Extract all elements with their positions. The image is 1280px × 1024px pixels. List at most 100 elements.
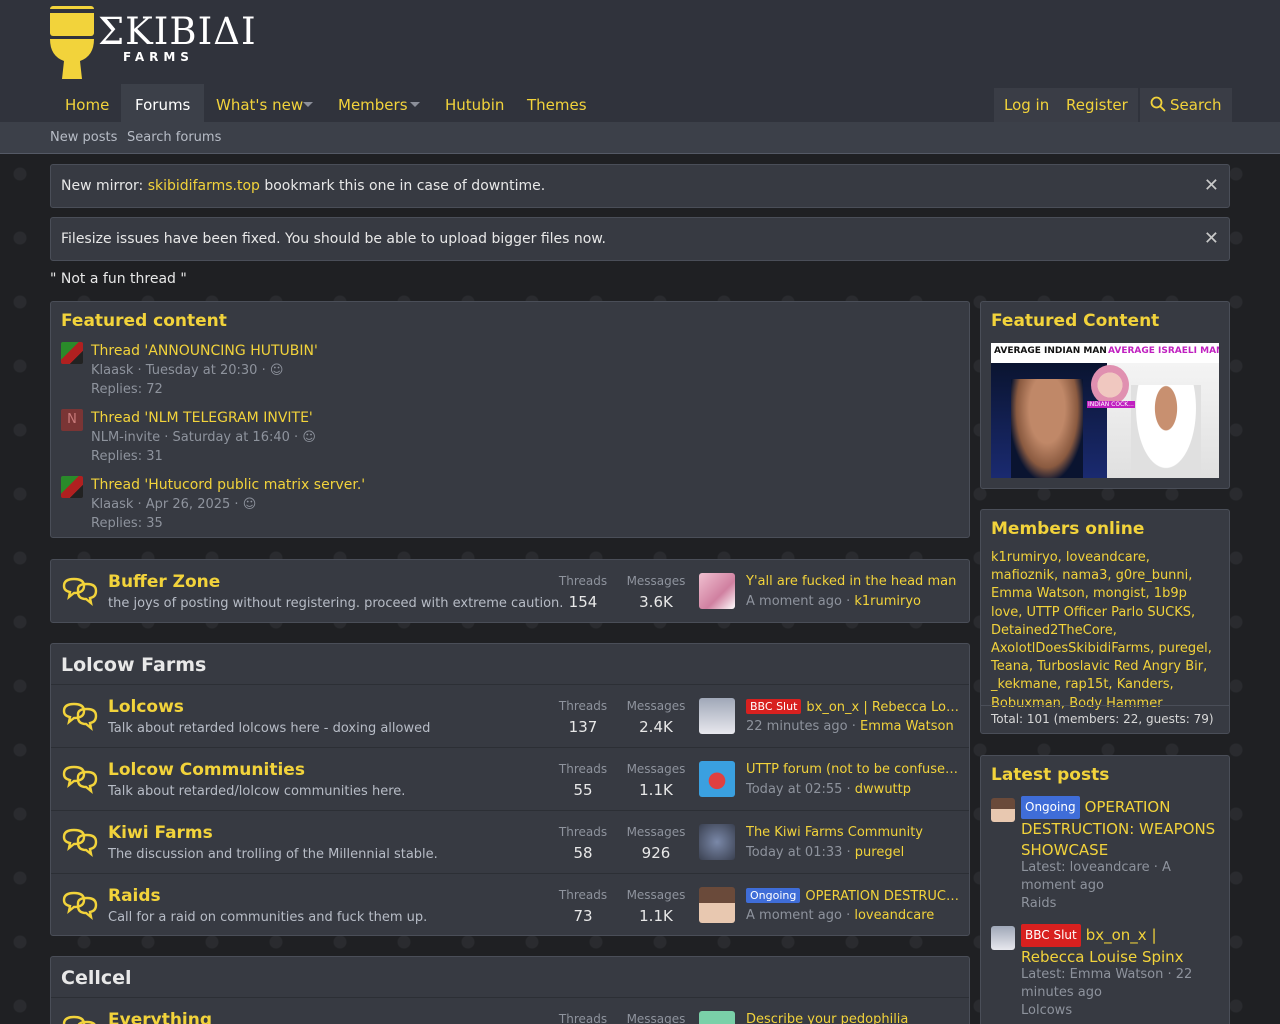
last-post-user[interactable]: k1rumiryo xyxy=(854,594,921,609)
last-post-meta: Today at 01:33 · puregel xyxy=(746,845,905,860)
last-post-title[interactable]: UTTP forum (not to be confused with...) xyxy=(746,762,961,777)
nav-home[interactable]: Home xyxy=(51,84,123,122)
avatar[interactable] xyxy=(699,761,735,797)
forum-row[interactable]: Lolcow Communities Talk about retarded/l… xyxy=(51,747,969,809)
avatar[interactable] xyxy=(991,798,1015,822)
threads-count: 154 xyxy=(568,593,598,611)
forum-title[interactable]: Raids xyxy=(108,886,161,906)
featured-image-caption: INDIAN COCK... xyxy=(1087,401,1135,408)
avatar[interactable] xyxy=(61,342,83,364)
logo-title: ΣΚΙΒΙΔΙ xyxy=(98,10,257,53)
nav-members[interactable]: Members xyxy=(324,84,422,122)
last-post-title[interactable]: Ongoing OPERATION DESTRUCTION: WEAPONS xyxy=(746,888,961,904)
category-title[interactable]: Cellcel xyxy=(51,957,969,989)
login-button[interactable]: Log in xyxy=(994,88,1060,122)
forum-title[interactable]: Kiwi Farms xyxy=(108,823,213,843)
avatar[interactable] xyxy=(699,824,735,860)
messages-label: Messages xyxy=(626,762,686,776)
featured-meta: NLM-invite · Saturday at 16:40 · xyxy=(91,430,299,445)
forum-row[interactable]: Kiwi Farms The discussion and trolling o… xyxy=(51,810,969,872)
notice-text: Filesize issues have been fixed. You sho… xyxy=(61,231,606,247)
close-icon[interactable]: ✕ xyxy=(1204,165,1219,207)
last-post-meta: 22 minutes ago · Emma Watson xyxy=(746,719,954,734)
members-online-list[interactable]: k1rumiryo, loveandcare, mafioznik, nama3… xyxy=(981,539,1229,713)
messages-label: Messages xyxy=(626,699,686,713)
latest-posts-title[interactable]: Latest posts xyxy=(981,756,1229,785)
last-post-user[interactable]: puregel xyxy=(855,845,904,860)
forum-title[interactable]: Buffer Zone xyxy=(108,572,220,592)
register-button[interactable]: Register xyxy=(1056,88,1138,122)
avatar[interactable] xyxy=(699,698,735,734)
site-logo[interactable]: ΣΚΙΒΙΔΙ FARMS xyxy=(50,6,257,79)
category-title[interactable]: Lolcow Farms xyxy=(51,644,969,676)
messages-label: Messages xyxy=(626,574,686,588)
threads-label: Threads xyxy=(558,699,608,713)
last-post-user[interactable]: loveandcare xyxy=(854,908,934,923)
avatar[interactable] xyxy=(699,887,735,923)
members-online-title[interactable]: Members online xyxy=(981,510,1229,539)
avatar[interactable] xyxy=(991,926,1015,950)
featured-replies: Replies: 35 xyxy=(91,516,163,531)
forum-description: Talk about retarded/lolcow communities h… xyxy=(108,784,406,799)
nav-themes[interactable]: Themes xyxy=(513,84,601,122)
featured-image[interactable]: AVERAGE INDIAN MAN AVERAGE ISRAELI MAN I… xyxy=(991,343,1219,478)
latest-posts-block: Latest posts Ongoing OPERATION DESTRUCTIO… xyxy=(980,755,1230,1024)
latest-post-forum[interactable]: Lolcows xyxy=(1021,1002,1211,1020)
forum-row[interactable]: Everything Threads Messages Describe you… xyxy=(51,997,969,1024)
latest-post-forum[interactable]: Raids xyxy=(1021,895,1211,913)
nav-whats-new[interactable]: What's new xyxy=(202,84,317,122)
forum-chat-icon xyxy=(62,1015,96,1024)
quote-text: " Not a fun thread " xyxy=(50,271,187,287)
last-post-user[interactable]: dwwuttp xyxy=(855,782,911,797)
avatar[interactable] xyxy=(699,573,735,609)
nav-forums[interactable]: Forums xyxy=(121,84,205,122)
site-header: ΣΚΙΒΙΔΙ FARMS xyxy=(0,0,1280,88)
latest-post-title[interactable]: BBC Slut bx_on_x | Rebecca Louise Spinx xyxy=(1021,924,1219,968)
last-post-title[interactable]: Describe your pedophilia xyxy=(746,1012,961,1024)
messages-label: Messages xyxy=(626,888,686,902)
forum-chat-icon xyxy=(62,765,98,794)
notice-text: New mirror: xyxy=(61,178,148,194)
forum-title[interactable]: Everything xyxy=(108,1010,212,1024)
last-post-title[interactable]: The Kiwi Farms Community xyxy=(746,825,961,840)
featured-image-label-right: AVERAGE ISRAELI MAN xyxy=(1108,346,1219,356)
mirror-link[interactable]: skibidifarms.top xyxy=(148,178,260,194)
forum-row[interactable]: Buffer Zone the joys of posting without … xyxy=(51,560,969,622)
avatar[interactable]: N xyxy=(61,409,83,431)
forum-row[interactable]: Raids Call for a raid on communities and… xyxy=(51,873,969,935)
sub-nav: New posts Search forums xyxy=(0,122,1280,154)
featured-thread-link[interactable]: Thread 'NLM TELEGRAM INVITE' xyxy=(91,409,316,428)
prefix-badge: BBC Slut xyxy=(1021,924,1081,947)
whats-new-dropdown-icon[interactable] xyxy=(303,102,313,107)
avatar[interactable] xyxy=(699,1011,735,1024)
forum-title[interactable]: Lolcows xyxy=(108,697,184,717)
last-post-meta: Today at 02:55 · dwwuttp xyxy=(746,782,911,797)
threads-count: 137 xyxy=(568,718,598,736)
latest-post-meta: Latest: Emma Watson · 22 minutes ago xyxy=(1021,967,1193,1000)
members-dropdown-icon[interactable] xyxy=(410,102,420,107)
featured-content-block: Featured content Thread 'ANNOUNCING HUTU… xyxy=(50,301,970,538)
last-post-user[interactable]: Emma Watson xyxy=(860,719,954,734)
last-post-title[interactable]: BBC Slut bx_on_x | Rebecca Louise Spinx xyxy=(746,699,961,715)
avatar[interactable] xyxy=(61,476,83,498)
forum-chat-icon xyxy=(62,828,98,857)
close-icon[interactable]: ✕ xyxy=(1204,218,1219,260)
ghost-icon: ☺ xyxy=(302,430,316,445)
search-icon xyxy=(1150,96,1166,112)
threads-count: 55 xyxy=(573,781,593,799)
ghost-icon: ☺ xyxy=(269,363,284,378)
search-button[interactable]: Search xyxy=(1140,88,1232,122)
latest-post-title[interactable]: Ongoing OPERATION DESTRUCTION: WEAPONS SH… xyxy=(1021,796,1219,861)
featured-thread-link[interactable]: Thread 'ANNOUNCING HUTUBIN' xyxy=(91,342,318,361)
messages-count: 1.1K xyxy=(639,781,673,799)
forum-chat-icon xyxy=(62,891,98,920)
search-forums-link[interactable]: Search forums xyxy=(127,122,221,153)
forum-title[interactable]: Lolcow Communities xyxy=(108,760,305,780)
last-post-meta: A moment ago · k1rumiryo xyxy=(746,594,922,609)
forum-row[interactable]: Lolcows Talk about retarded lolcows here… xyxy=(51,684,969,746)
nav-hutubin[interactable]: Hutubin xyxy=(431,84,518,122)
featured-thread-link[interactable]: Thread 'Hutucord public matrix server.' xyxy=(91,476,365,495)
new-posts-link[interactable]: New posts xyxy=(50,122,117,153)
last-post-title[interactable]: Y'all are fucked in the head man xyxy=(746,574,961,589)
last-post-title-text: OPERATION DESTRUCTION: WEAPONS xyxy=(805,889,961,904)
